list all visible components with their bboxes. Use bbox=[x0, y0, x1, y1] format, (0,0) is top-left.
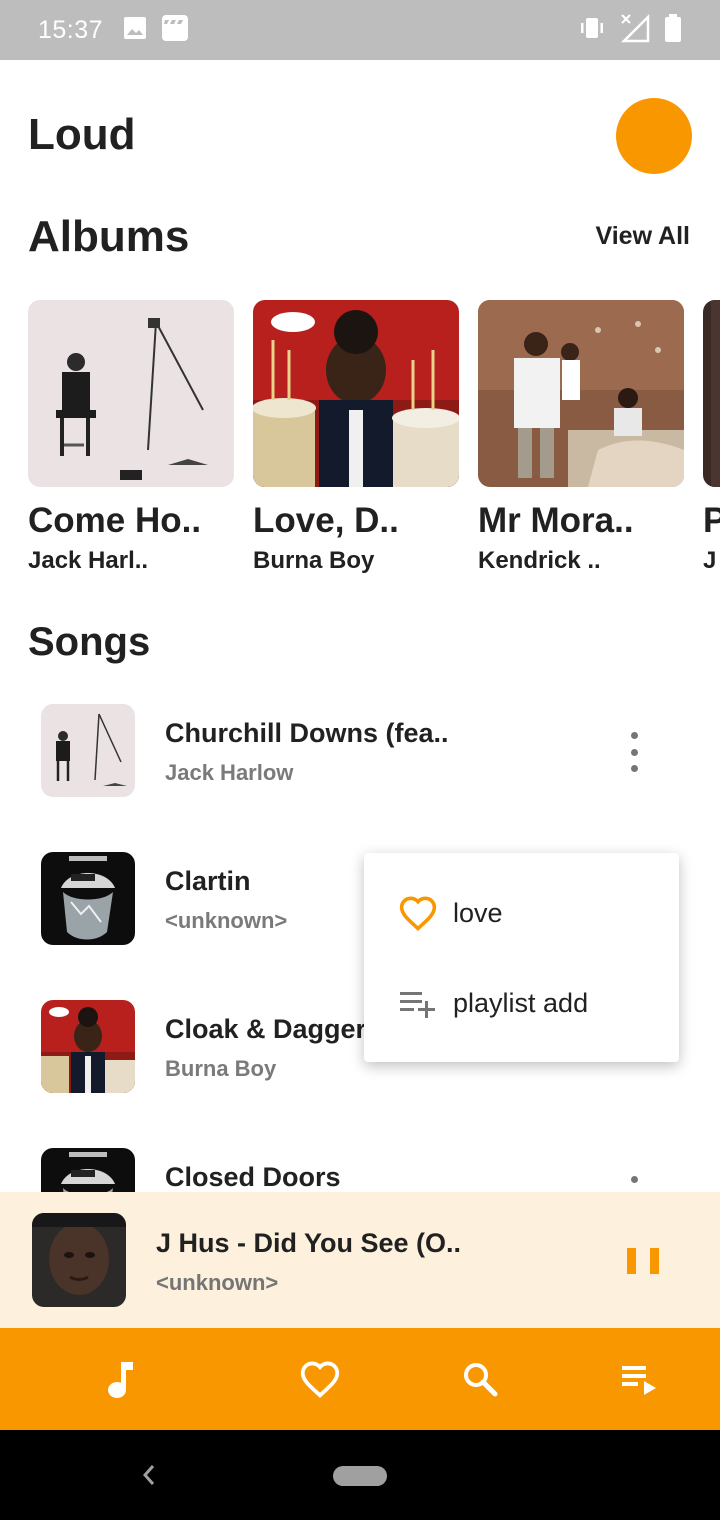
song-options-menu: love playlist add bbox=[364, 853, 679, 1062]
song-title: Closed Doors bbox=[165, 1162, 341, 1192]
album-cover bbox=[703, 300, 720, 487]
now-playing-title: J Hus - Did You See (O.. bbox=[156, 1228, 462, 1258]
song-artwork bbox=[41, 1148, 135, 1192]
song-row[interactable]: Churchill Downs (fea.. Jack Harlow bbox=[0, 680, 720, 828]
album-cover bbox=[253, 300, 459, 487]
status-time: 15:37 bbox=[38, 15, 104, 44]
song-artwork bbox=[41, 704, 135, 797]
queue-icon[interactable] bbox=[613, 1352, 667, 1406]
heart-outline-icon[interactable] bbox=[293, 1352, 347, 1406]
album-artist: J bbox=[703, 547, 717, 574]
song-title: Churchill Downs (fea.. bbox=[165, 718, 449, 748]
album-title: Mr Mora.. bbox=[478, 501, 634, 540]
menu-item-playlist-add[interactable]: playlist add bbox=[364, 958, 679, 1048]
now-playing-artist: <unknown> bbox=[156, 1270, 279, 1295]
heart-outline-icon bbox=[398, 893, 438, 933]
image-icon bbox=[123, 16, 147, 45]
song-artwork bbox=[41, 852, 135, 945]
battery-icon bbox=[664, 13, 682, 47]
song-artwork bbox=[41, 1000, 135, 1093]
menu-item-love[interactable]: love bbox=[364, 868, 679, 958]
album-cover bbox=[28, 300, 234, 487]
no-signal-icon bbox=[620, 13, 650, 48]
playlist-add-icon bbox=[398, 983, 438, 1023]
now-playing-bar[interactable]: J Hus - Did You See (O.. <unknown> bbox=[0, 1192, 720, 1328]
search-icon[interactable] bbox=[453, 1352, 507, 1406]
album-card[interactable]: P J bbox=[703, 300, 720, 575]
album-artist: Burna Boy bbox=[253, 547, 375, 574]
song-title: Cloak & Dagger bbox=[165, 1014, 367, 1044]
song-row[interactable]: Closed Doors bbox=[0, 1124, 720, 1192]
view-all-albums-link[interactable]: View All bbox=[596, 222, 690, 251]
bottom-navigation bbox=[0, 1328, 720, 1430]
pause-icon[interactable] bbox=[627, 1244, 659, 1278]
status-bar: 15:37 bbox=[0, 0, 720, 60]
menu-item-label: playlist add bbox=[453, 987, 589, 1018]
song-artist: Jack Harlow bbox=[165, 760, 294, 785]
albums-section-title: Albums bbox=[28, 212, 190, 261]
album-card[interactable]: Mr Mora.. Kendrick .. bbox=[478, 300, 684, 575]
song-title: Clartin bbox=[165, 866, 251, 896]
clapperboard-icon bbox=[161, 14, 189, 47]
theme-toggle-button[interactable] bbox=[616, 98, 692, 174]
song-artist: Burna Boy bbox=[165, 1056, 277, 1081]
album-card[interactable]: Come Ho.. Jack Harl.. bbox=[28, 300, 234, 575]
album-artist: Kendrick .. bbox=[478, 547, 601, 574]
vibrate-icon bbox=[578, 15, 606, 46]
app-title: Loud bbox=[28, 110, 136, 159]
album-card[interactable]: Love, D.. Burna Boy bbox=[253, 300, 459, 575]
music-note-icon[interactable] bbox=[93, 1352, 147, 1406]
album-title: Come Ho.. bbox=[28, 501, 202, 540]
system-navigation-bar bbox=[0, 1430, 720, 1520]
more-options-icon[interactable] bbox=[620, 732, 648, 772]
song-artist: <unknown> bbox=[165, 908, 288, 933]
now-playing-artwork bbox=[32, 1213, 126, 1307]
album-title: P bbox=[703, 501, 720, 540]
moon-icon bbox=[640, 120, 668, 153]
songs-section-title: Songs bbox=[28, 620, 151, 664]
menu-item-label: love bbox=[453, 897, 503, 928]
album-title: Love, D.. bbox=[253, 501, 399, 540]
home-pill[interactable] bbox=[333, 1466, 387, 1486]
album-cover bbox=[478, 300, 684, 487]
album-artist: Jack Harl.. bbox=[28, 547, 149, 574]
albums-carousel[interactable]: Come Ho.. Jack Harl.. Love, D.. Burna Bo… bbox=[28, 300, 720, 590]
back-icon[interactable] bbox=[138, 1462, 160, 1488]
more-options-icon[interactable] bbox=[620, 1176, 648, 1192]
